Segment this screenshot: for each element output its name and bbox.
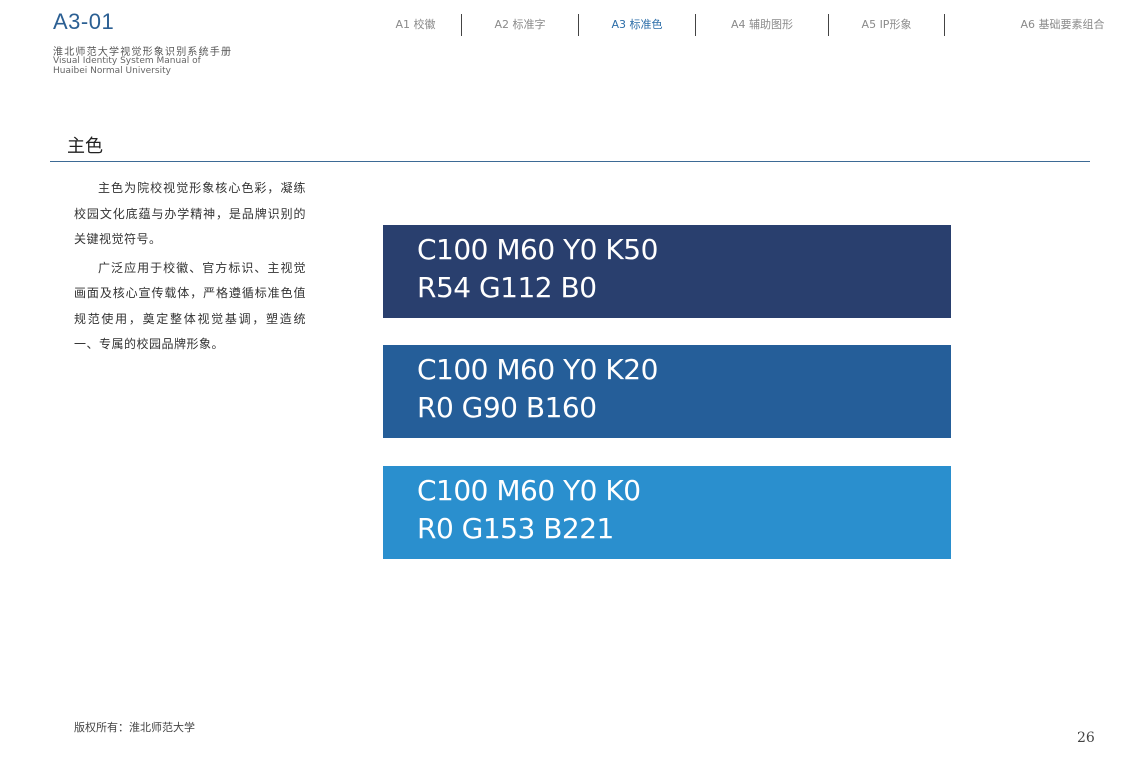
section-nav: A1 校徽 A2 标准字 A3 标准色 A4 辅助图形 A5 IP形象 A6 基… xyxy=(370,14,1140,36)
section-divider xyxy=(50,161,1090,162)
manual-title-en-line2: Huaibei Normal University xyxy=(53,66,171,76)
section-code: A3-01 xyxy=(53,9,115,34)
page-number: 26 xyxy=(1077,730,1095,746)
swatch-rgb-value: R0 G153 B221 xyxy=(417,512,614,545)
manual-title-en: Visual Identity System Manual of Huaibei… xyxy=(53,56,253,76)
swatch-cmyk-value: C100 M60 Y0 K0 xyxy=(417,474,641,507)
nav-item-a4[interactable]: A4 辅助图形 xyxy=(696,14,828,36)
nav-item-a6[interactable]: A6 基础要素组合 xyxy=(945,14,1140,36)
copyright-notice: 版权所有：淮北师范大学 xyxy=(74,721,195,734)
nav-item-a1[interactable]: A1 校徽 xyxy=(370,14,461,36)
description-paragraph: 主色为院校视觉形象核心色彩，凝练校园文化底蕴与办学精神，是品牌识别的关键视觉符号… xyxy=(74,181,306,246)
nav-item-a5[interactable]: A5 IP形象 xyxy=(829,14,944,36)
color-swatch-primary-light: C100 M60 Y0 K0 R0 G153 B221 xyxy=(383,466,951,559)
swatch-rgb-value: R54 G112 B0 xyxy=(417,271,597,304)
nav-item-a2[interactable]: A2 标准字 xyxy=(462,14,578,36)
swatch-rgb-value: R0 G90 B160 xyxy=(417,391,597,424)
color-swatch-primary-dark: C100 M60 Y0 K50 R54 G112 B0 xyxy=(383,225,951,318)
swatch-cmyk-value: C100 M60 Y0 K50 xyxy=(417,233,658,266)
description-paragraph: 广泛应用于校徽、官方标识、主视觉画面及核心宣传载体，严格遵循标准色值规范使用，奠… xyxy=(74,260,306,352)
nav-item-a3[interactable]: A3 标准色 xyxy=(579,14,695,36)
manual-title-en-line1: Visual Identity System Manual of xyxy=(53,56,201,66)
section-title: 主色 xyxy=(67,136,103,157)
section-description: 主色为院校视觉形象核心色彩，凝练校园文化底蕴与办学精神，是品牌识别的关键视觉符号… xyxy=(74,176,306,361)
swatch-cmyk-value: C100 M60 Y0 K20 xyxy=(417,353,658,386)
color-swatch-primary-medium: C100 M60 Y0 K20 R0 G90 B160 xyxy=(383,345,951,438)
